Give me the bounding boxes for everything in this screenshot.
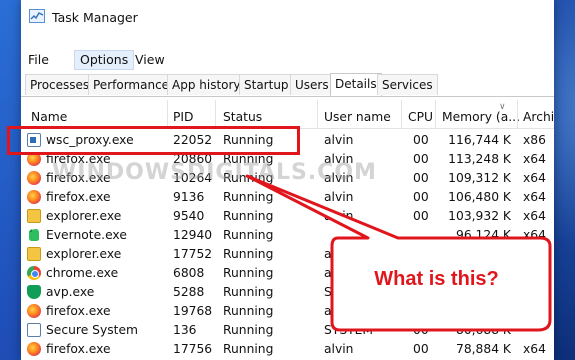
callout-text: What is this?	[374, 268, 499, 290]
callout-bubble	[245, 174, 552, 332]
